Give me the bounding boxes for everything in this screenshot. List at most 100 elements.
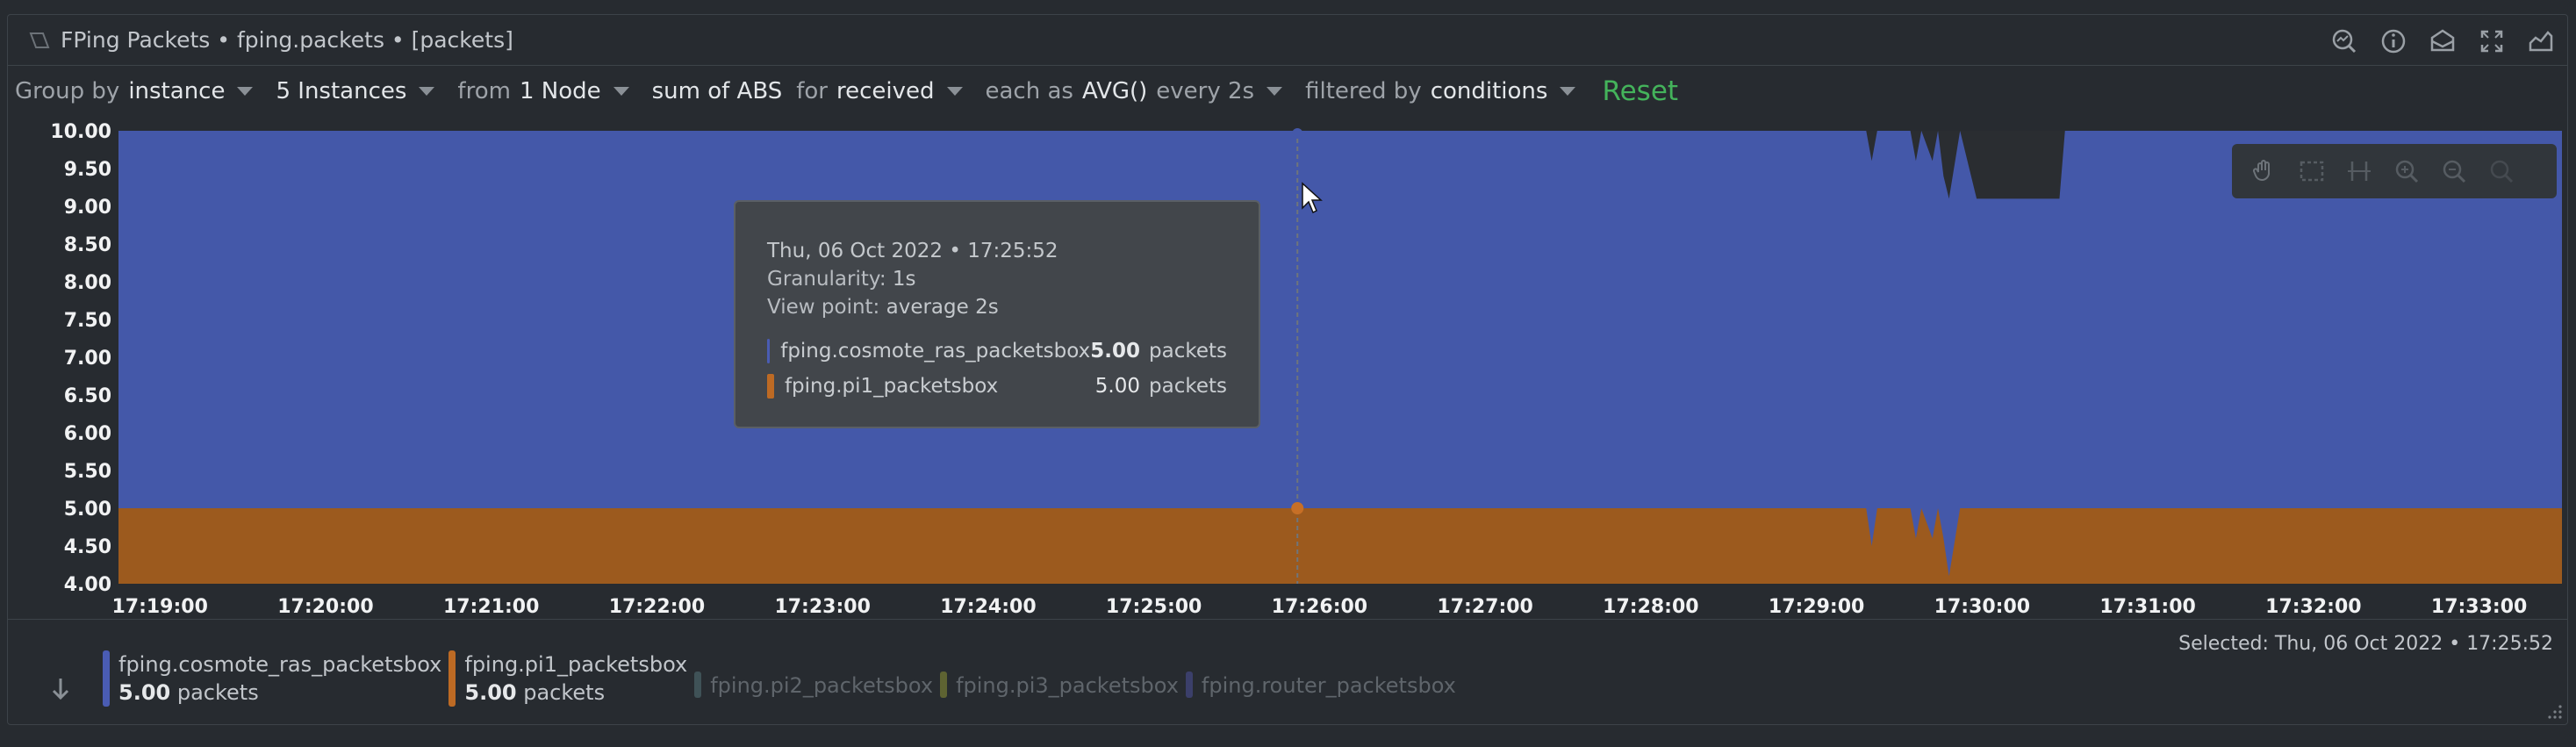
from-label: from — [457, 78, 511, 104]
chevron-down-icon — [946, 87, 963, 96]
tooltip-series-value: 5.00 — [1090, 340, 1140, 363]
legend-item-name: fping.pi3_packetsbox — [956, 673, 1179, 698]
legend-item-value: 5.00 packets — [118, 680, 259, 705]
tooltip-row: fping.pi1_packetsbox 5.00 packets — [767, 369, 1227, 404]
zoom-in-icon[interactable] — [2392, 156, 2422, 186]
legend-item[interactable]: fping.pi1_packetsbox 5.00 packets — [448, 650, 687, 707]
x-tick-label: 17:21:00 — [443, 596, 539, 618]
legend-item-name: fping.pi1_packetsbox — [464, 652, 688, 677]
nodes-dropdown[interactable]: from 1 Node — [457, 78, 629, 104]
time-aggregation-dropdown[interactable]: each as AVG() every 2s — [986, 78, 1283, 104]
series-color-swatch — [767, 339, 771, 363]
y-tick-label: 4.00 — [64, 574, 111, 596]
x-tick-label: 17:27:00 — [1437, 596, 1532, 618]
legend-item-name: fping.router_packetsbox — [1201, 673, 1456, 698]
chevron-down-icon — [613, 87, 629, 96]
filter-dropdown[interactable]: filtered by conditions — [1305, 78, 1576, 104]
select-horizontal-icon[interactable] — [2344, 156, 2374, 186]
filter-value: conditions — [1430, 78, 1548, 104]
y-tick-label: 6.50 — [64, 385, 111, 407]
area-series-fping-pi1-packetsbox — [118, 508, 2562, 584]
legend-color-swatch — [448, 650, 456, 707]
chart-title: FPing Packets • fping.packets • [packets… — [61, 27, 513, 53]
y-tick-label: 9.00 — [64, 197, 111, 219]
legend-item[interactable]: fping.router_packetsbox — [1185, 672, 1456, 700]
x-tick-label: 17:25:00 — [1106, 596, 1202, 618]
x-tick-label: 17:32:00 — [2265, 596, 2361, 618]
chart-panel: FPing Packets • fping.packets • [packets… — [7, 14, 2568, 725]
legend-item[interactable]: fping.pi3_packetsbox — [940, 672, 1179, 700]
tooltip-series-value: 5.00 — [1094, 375, 1140, 398]
download-icon[interactable] — [2427, 25, 2458, 57]
fullscreen-icon[interactable] — [2476, 25, 2508, 57]
group-by-dropdown[interactable]: Group by instance — [15, 78, 254, 104]
group-by-label: Group by — [15, 78, 120, 104]
x-tick-label: 17:23:00 — [774, 596, 870, 618]
y-tick-label: 7.50 — [64, 310, 111, 332]
reset-button[interactable]: Reset — [1602, 75, 1678, 107]
chevron-down-icon — [1266, 87, 1283, 96]
y-tick-label: 8.50 — [64, 234, 111, 256]
dimension-dropdown[interactable]: sum of ABS for received — [652, 78, 963, 104]
y-tick-label: 7.00 — [64, 348, 111, 370]
time-agg-value: AVG() — [1081, 78, 1148, 104]
tooltip-view-point: View point: average 2s — [767, 293, 1227, 321]
legend-item[interactable]: fping.pi2_packetsbox — [694, 672, 933, 700]
instances-dropdown[interactable]: 5 Instances — [276, 78, 435, 104]
info-icon[interactable] — [2378, 25, 2409, 57]
x-tick-label: 17:28:00 — [1603, 596, 1698, 618]
for-label: for — [796, 78, 828, 104]
y-tick-label: 6.00 — [64, 423, 111, 445]
y-tick-label: 10.00 — [50, 121, 111, 143]
group-by-value: instance — [128, 78, 226, 104]
hover-point — [1291, 502, 1304, 514]
x-tick-label: 17:29:00 — [1769, 596, 1864, 618]
x-tick-label: 17:19:00 — [111, 596, 207, 618]
granularity-label: Granularity: — [767, 268, 886, 291]
tooltip-series-name: fping.pi1_packetsbox — [784, 375, 999, 398]
nodes-value: 1 Node — [519, 78, 601, 104]
view-point-label: View point: — [767, 296, 880, 319]
x-tick-label: 17:26:00 — [1272, 596, 1367, 618]
chevron-down-icon — [419, 87, 435, 96]
dimension-value: received — [836, 78, 935, 104]
tooltip-granularity: Granularity: 1s — [767, 265, 1227, 293]
y-tick-label: 5.00 — [64, 499, 111, 521]
granularity-value: 1s — [892, 268, 916, 291]
legend-item[interactable]: fping.cosmote_ras_packetsbox 5.00 packet… — [103, 650, 441, 707]
filtered-by-label: filtered by — [1305, 78, 1422, 104]
legend-color-swatch — [940, 672, 948, 698]
selected-label: Selected: — [2178, 633, 2269, 655]
x-tick-label: 17:30:00 — [1934, 596, 2030, 618]
zoom-reset-icon[interactable] — [2486, 156, 2516, 186]
y-tick-label: 4.50 — [64, 536, 111, 558]
chevron-down-icon — [237, 87, 254, 96]
instances-value: 5 Instances — [276, 78, 407, 104]
stacked-area-chart[interactable]: 10.00 9.50 9.00 8.50 8.00 7.50 7.00 6.50 6.00 5.5… — [8, 117, 2569, 626]
pan-hand-icon[interactable] — [2250, 156, 2279, 186]
view-point-value: average 2s — [886, 296, 999, 319]
hover-point — [1292, 128, 1303, 139]
selected-timestamp: Selected: Thu, 06 Oct 2022 • 17:25:52 — [2178, 633, 2553, 655]
series-color-swatch — [767, 374, 774, 399]
chart-toolbox — [2232, 144, 2557, 198]
x-tick-label: 17:22:00 — [609, 596, 705, 618]
tooltip-row: fping.cosmote_ras_packetsbox 5.00 packet… — [767, 334, 1227, 369]
arrow-down-icon[interactable] — [43, 672, 78, 707]
tooltip-series-unit: packets — [1149, 375, 1227, 398]
header-actions — [2328, 25, 2557, 57]
select-area-icon[interactable] — [2297, 156, 2327, 186]
each-as-label: each as — [985, 78, 1073, 104]
tooltip-timestamp: Thu, 06 Oct 2022 • 17:25:52 — [767, 240, 1058, 262]
legend-item-value: 5.00 packets — [464, 680, 606, 705]
legend-color-swatch — [694, 672, 702, 698]
every-value: every 2s — [1156, 78, 1255, 104]
x-tick-label: 17:24:00 — [940, 596, 1036, 618]
tooltip-series-name: fping.cosmote_ras_packetsbox — [780, 340, 1091, 363]
chevron-down-icon — [1560, 87, 1576, 96]
chart-type-icon[interactable] — [2525, 25, 2557, 57]
chart-search-icon[interactable] — [2328, 25, 2360, 57]
resize-handle-icon[interactable] — [2544, 701, 2564, 721]
zoom-out-icon[interactable] — [2439, 156, 2469, 186]
y-tick-label: 9.50 — [64, 159, 111, 181]
